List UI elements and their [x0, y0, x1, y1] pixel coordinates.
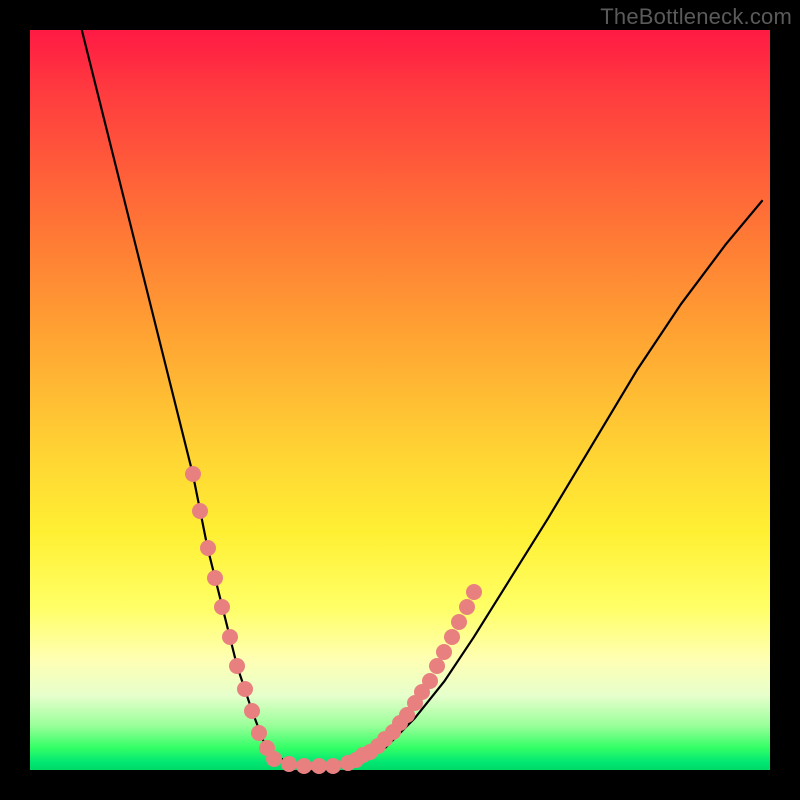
- watermark-text: TheBottleneck.com: [600, 4, 792, 30]
- bottleneck-curve: [30, 30, 770, 770]
- bottleneck-curve-path: [82, 30, 763, 766]
